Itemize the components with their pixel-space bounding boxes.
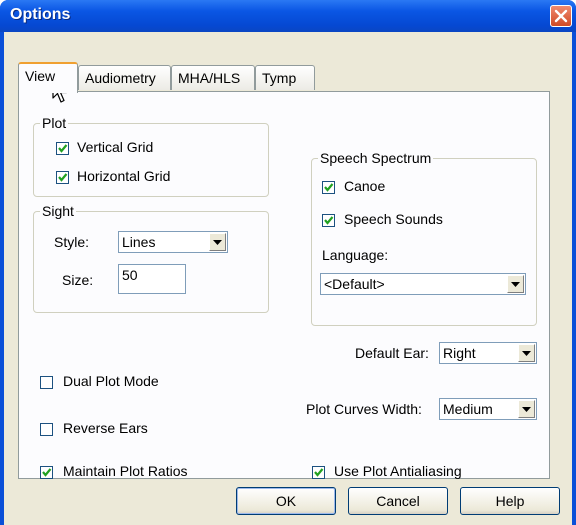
speech-sounds-checkbox[interactable] (322, 214, 335, 227)
help-button[interactable]: Help (460, 487, 560, 515)
language-select[interactable]: <Default> (320, 273, 526, 295)
plot-curves-width-label: Plot Curves Width: (306, 401, 422, 417)
default-ear-value: Right (443, 345, 476, 361)
options-dialog: Options View Audiometry MHA/HLS Tymp Plo… (0, 0, 576, 525)
language-select-dropdown-button[interactable] (507, 275, 524, 293)
tab-mha-hls[interactable]: MHA/HLS (171, 65, 255, 90)
plot-curves-width-dropdown-button[interactable] (518, 400, 535, 418)
dual-plot-mode-checkbox[interactable] (40, 376, 53, 389)
size-input[interactable] (122, 267, 182, 283)
horizontal-grid-label[interactable]: Horizontal Grid (77, 168, 170, 184)
close-button[interactable] (550, 5, 572, 27)
speech-sounds-label[interactable]: Speech Sounds (344, 211, 443, 227)
check-icon (324, 183, 334, 192)
speech-spectrum-group: Speech Spectrum Canoe Speech Sounds Lang… (311, 150, 537, 326)
style-label: Style: (54, 234, 90, 250)
ok-button[interactable]: OK (236, 487, 336, 515)
check-icon (58, 173, 68, 182)
sight-group: Sight Style: Lines Size: (33, 203, 269, 313)
style-select-dropdown-button[interactable] (209, 233, 226, 251)
check-icon (314, 468, 324, 477)
canoe-checkbox[interactable] (322, 181, 335, 194)
plot-curves-width-value: Medium (443, 401, 493, 417)
view-tab-panel: Plot Vertical Grid Horizontal Grid Sight… (18, 91, 550, 479)
maintain-plot-ratios-label[interactable]: Maintain Plot Ratios (63, 463, 188, 479)
vertical-grid-label[interactable]: Vertical Grid (77, 139, 153, 155)
style-select-value: Lines (122, 234, 156, 250)
default-ear-dropdown-button[interactable] (518, 344, 535, 362)
plot-group-title: Plot (40, 115, 69, 131)
maintain-plot-ratios-checkbox[interactable] (40, 466, 53, 479)
tab-mha-hls-label: MHA/HLS (178, 70, 241, 86)
default-ear-select[interactable]: Right (439, 342, 537, 364)
tab-audiometry[interactable]: Audiometry (78, 65, 171, 90)
close-icon (554, 9, 568, 23)
cancel-button[interactable]: Cancel (348, 487, 448, 515)
style-select[interactable]: Lines (118, 231, 228, 253)
check-icon (42, 468, 52, 477)
size-field[interactable] (118, 264, 186, 294)
tab-tymp[interactable]: Tymp (255, 65, 315, 90)
chevron-down-icon (511, 282, 520, 287)
dual-plot-mode-label[interactable]: Dual Plot Mode (63, 373, 159, 389)
horizontal-grid-checkbox[interactable] (56, 171, 69, 184)
check-icon (324, 216, 334, 225)
canoe-label[interactable]: Canoe (344, 178, 385, 194)
default-ear-label: Default Ear: (355, 345, 429, 361)
tab-view[interactable]: View (18, 62, 78, 93)
sight-group-title: Sight (40, 203, 76, 219)
tab-tymp-label: Tymp (262, 70, 297, 86)
title-bar[interactable]: Options (0, 0, 576, 32)
reverse-ears-checkbox[interactable] (40, 423, 53, 436)
language-select-value: <Default> (324, 276, 385, 292)
check-icon (58, 144, 68, 153)
plot-curves-width-select[interactable]: Medium (439, 398, 537, 420)
reverse-ears-label[interactable]: Reverse Ears (63, 420, 148, 436)
speech-spectrum-group-title: Speech Spectrum (318, 150, 434, 166)
chevron-down-icon (522, 407, 531, 412)
plot-group: Plot Vertical Grid Horizontal Grid (33, 115, 269, 197)
tab-view-label: View (25, 68, 56, 84)
language-label: Language: (322, 247, 389, 263)
tab-audiometry-label: Audiometry (85, 70, 156, 86)
dialog-body: View Audiometry MHA/HLS Tymp Plot Vertic… (4, 32, 572, 525)
chevron-down-icon (213, 240, 222, 245)
use-plot-antialiasing-label[interactable]: Use Plot Antialiasing (334, 463, 462, 479)
vertical-grid-checkbox[interactable] (56, 142, 69, 155)
use-plot-antialiasing-checkbox[interactable] (312, 466, 325, 479)
window-title: Options (10, 6, 71, 23)
size-label: Size: (62, 272, 94, 288)
chevron-down-icon (522, 351, 531, 356)
